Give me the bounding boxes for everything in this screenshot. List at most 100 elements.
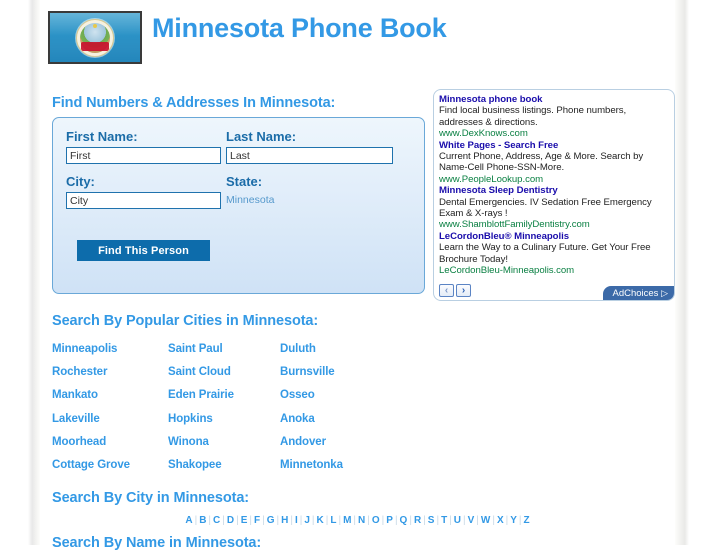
alphabet-link-h[interactable]: H xyxy=(279,515,290,526)
find-section-heading: Find Numbers & Addresses In Minnesota: xyxy=(52,95,336,111)
ad-url-link[interactable]: www.ShamblottFamilyDentistry.com xyxy=(439,219,670,230)
alphabet-link-g[interactable]: G xyxy=(265,515,277,526)
ad-title-link[interactable]: LeCordonBleu® Minneapolis xyxy=(439,231,670,242)
city-link[interactable]: Moorhead xyxy=(52,436,106,448)
alphabet-link-e[interactable]: E xyxy=(239,515,250,526)
ad-item: LeCordonBleu® Minneapolis Learn the Way … xyxy=(439,231,670,277)
ad-item: Minnesota phone book Find local business… xyxy=(439,94,670,140)
ad-title-link[interactable]: Minnesota phone book xyxy=(439,94,670,105)
popular-cities-heading: Search By Popular Cities in Minnesota: xyxy=(52,313,319,329)
adchoices-badge[interactable]: AdChoices ▷ xyxy=(603,286,674,300)
state-label: State: xyxy=(226,174,263,189)
city-link[interactable]: Minneapolis xyxy=(52,343,117,355)
city-link[interactable]: Minnetonka xyxy=(280,459,343,471)
state-seal-banner xyxy=(81,41,109,51)
popular-cities-grid: Minneapolis Saint Paul Duluth Rochester … xyxy=(52,343,452,482)
state-seal-star xyxy=(93,23,97,28)
city-link[interactable]: Osseo xyxy=(280,389,315,401)
city-row: Lakeville Hopkins Anoka xyxy=(52,413,452,436)
city-link[interactable]: Andover xyxy=(280,436,326,448)
ad-url-link[interactable]: LeCordonBleu-Minneapolis.com xyxy=(439,265,670,276)
alphabet-link-c[interactable]: C xyxy=(211,515,222,526)
alphabet-link-q[interactable]: Q xyxy=(398,515,410,526)
city-link[interactable]: Cottage Grove xyxy=(52,459,130,471)
city-label: City: xyxy=(66,174,95,189)
city-link[interactable]: Anoka xyxy=(280,413,315,425)
alphabet-link-w[interactable]: W xyxy=(479,515,492,526)
city-link[interactable]: Winona xyxy=(168,436,209,448)
first-name-input[interactable] xyxy=(66,147,221,164)
city-link[interactable]: Hopkins xyxy=(168,413,213,425)
ad-item: White Pages - Search Free Current Phone,… xyxy=(439,140,670,186)
ad-prev-arrow-icon[interactable]: ‹ xyxy=(439,284,454,297)
alphabet-link-p[interactable]: P xyxy=(384,515,395,526)
page-title: Minnesota Phone Book xyxy=(152,13,447,43)
alphabet-link-s[interactable]: S xyxy=(426,515,437,526)
alphabet-link-o[interactable]: O xyxy=(370,515,382,526)
ad-description: Current Phone, Address, Age & More. Sear… xyxy=(439,151,644,174)
alphabet-link-a[interactable]: A xyxy=(183,515,194,526)
ad-title-link[interactable]: White Pages - Search Free xyxy=(439,140,670,151)
first-name-label: First Name: xyxy=(66,129,138,144)
find-this-person-button[interactable]: Find This Person xyxy=(77,240,210,261)
alphabet-link-i[interactable]: I xyxy=(293,515,300,526)
state-value-link[interactable]: Minnesota xyxy=(226,194,274,206)
alphabet-link-u[interactable]: U xyxy=(452,515,463,526)
city-link[interactable]: Eden Prairie xyxy=(168,389,234,401)
last-name-input[interactable] xyxy=(226,147,393,164)
alphabet-link-y[interactable]: Y xyxy=(508,515,519,526)
alphabet-link-t[interactable]: T xyxy=(439,515,449,526)
alphabet-link-r[interactable]: R xyxy=(412,515,423,526)
city-link[interactable]: Saint Cloud xyxy=(168,366,231,378)
alphabet-link-v[interactable]: V xyxy=(466,515,477,526)
page-content: Minnesota Phone Book Find Numbers & Addr… xyxy=(40,0,675,551)
city-row: Mankato Eden Prairie Osseo xyxy=(52,389,452,412)
ad-description: Learn the Way to a Culinary Future. Get … xyxy=(439,242,651,265)
city-row: Minneapolis Saint Paul Duluth xyxy=(52,343,452,366)
page-background: Minnesota Phone Book Find Numbers & Addr… xyxy=(0,0,727,551)
adchoices-label: AdChoices xyxy=(612,288,659,299)
page-left-edge-shadow xyxy=(28,0,40,545)
ad-item: Minnesota Sleep Dentistry Dental Emergen… xyxy=(439,185,670,231)
city-row: Cottage Grove Shakopee Minnetonka xyxy=(52,459,452,482)
ad-list: Minnesota phone book Find local business… xyxy=(439,94,670,277)
person-search-form: First Name: Last Name: City: State: Minn… xyxy=(52,117,425,294)
city-link[interactable]: Saint Paul xyxy=(168,343,223,355)
city-input[interactable] xyxy=(66,192,221,209)
alphabet-link-d[interactable]: D xyxy=(225,515,236,526)
alphabet-link-n[interactable]: N xyxy=(356,515,367,526)
ad-description: Dental Emergencies. IV Sedation Free Eme… xyxy=(439,196,652,220)
alphabet-link-f[interactable]: F xyxy=(252,515,262,526)
alphabet-link-l[interactable]: L xyxy=(328,515,338,526)
last-name-label: Last Name: xyxy=(226,129,297,144)
adchoices-triangle-icon: ▷ xyxy=(661,288,668,298)
city-link[interactable]: Duluth xyxy=(280,343,316,355)
page-right-edge-shadow xyxy=(675,0,689,545)
site-header: Minnesota Phone Book xyxy=(40,0,675,82)
alphabet-link-x[interactable]: X xyxy=(495,515,506,526)
ad-title-link[interactable]: Minnesota Sleep Dentistry xyxy=(439,185,670,196)
state-seal-icon xyxy=(76,18,114,57)
city-link[interactable]: Shakopee xyxy=(168,459,222,471)
search-by-name-heading: Search By Name in Minnesota: xyxy=(52,535,262,551)
city-link[interactable]: Burnsville xyxy=(280,366,335,378)
search-by-city-heading: Search By City in Minnesota: xyxy=(52,490,250,506)
ad-description: Find local business listings. Phone numb… xyxy=(439,105,627,128)
alphabet-link-m[interactable]: M xyxy=(341,515,353,526)
alphabet-link-k[interactable]: K xyxy=(315,515,326,526)
alphabet-index: A | B | C | D | E | F | G | H | I | J | K | L | M | N | O | P | Q | R | S | T |… xyxy=(40,515,675,526)
ad-pagination: ‹ › xyxy=(439,284,471,297)
alphabet-link-j[interactable]: J xyxy=(302,515,312,526)
city-link[interactable]: Rochester xyxy=(52,366,107,378)
alphabet-link-z[interactable]: Z xyxy=(522,515,532,526)
city-row: Moorhead Winona Andover xyxy=(52,436,452,459)
city-row: Rochester Saint Cloud Burnsville xyxy=(52,366,452,389)
minnesota-flag-icon xyxy=(48,11,142,64)
ad-next-arrow-icon[interactable]: › xyxy=(456,284,471,297)
alphabet-link-b[interactable]: B xyxy=(197,515,208,526)
city-link[interactable]: Lakeville xyxy=(52,413,100,425)
ad-url-link[interactable]: www.PeopleLookup.com xyxy=(439,174,670,185)
ad-url-link[interactable]: www.DexKnows.com xyxy=(439,128,670,139)
advertisement-panel: Minnesota phone book Find local business… xyxy=(433,89,675,301)
city-link[interactable]: Mankato xyxy=(52,389,98,401)
